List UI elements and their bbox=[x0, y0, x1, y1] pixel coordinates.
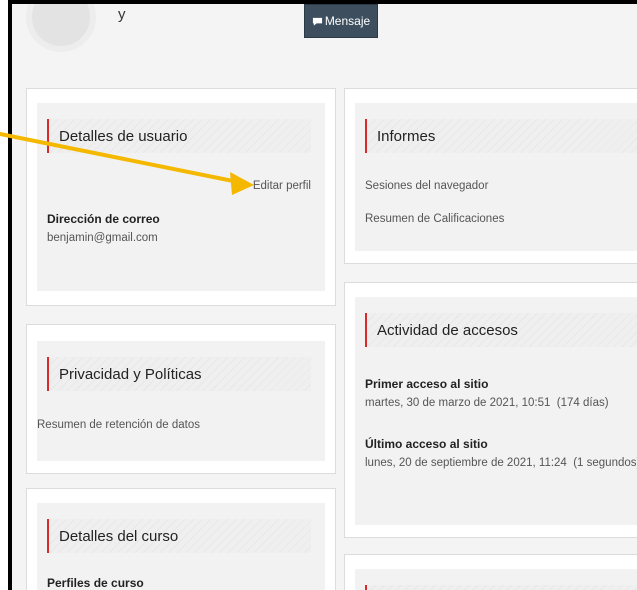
reports-inner: Informes Sesiones del navegador Resumen … bbox=[355, 103, 637, 251]
access-activity-title: Actividad de accesos bbox=[365, 313, 637, 347]
last-access-label: Último acceso al sitio bbox=[365, 437, 488, 451]
email-label: Dirección de correo bbox=[47, 212, 160, 226]
course-details-inner: Detalles del curso Perfiles de curso bbox=[37, 503, 325, 590]
partial-title bbox=[365, 585, 637, 590]
last-access-value: lunes, 20 de septiembre de 2021, 11:24 (… bbox=[365, 457, 637, 469]
avatar bbox=[26, 4, 96, 52]
first-access-value: martes, 30 de marzo de 2021, 10:51 (174 … bbox=[365, 397, 609, 409]
access-activity-inner: Actividad de accesos Primer acceso al si… bbox=[355, 297, 637, 525]
email-value: benjamin@gmail.com bbox=[47, 232, 158, 244]
privacy-title: Privacidad y Políticas bbox=[47, 357, 311, 391]
data-retention-link[interactable]: Resumen de retención de datos bbox=[37, 419, 200, 431]
partial-card bbox=[344, 554, 637, 590]
course-profiles-label: Perfiles de curso bbox=[47, 576, 144, 590]
chat-icon bbox=[312, 17, 322, 26]
message-button[interactable]: Mensaje bbox=[304, 4, 378, 38]
edit-profile-link[interactable]: Editar perfil bbox=[253, 180, 311, 192]
access-activity-card: Actividad de accesos Primer acceso al si… bbox=[344, 282, 637, 538]
user-details-title: Detalles de usuario bbox=[47, 119, 311, 153]
message-button-label: Mensaje bbox=[324, 14, 371, 28]
privacy-inner: Privacidad y Políticas Resumen de retenc… bbox=[37, 341, 325, 461]
user-name-fragment: y bbox=[118, 6, 126, 23]
reports-card: Informes Sesiones del navegador Resumen … bbox=[344, 88, 637, 264]
course-details-card: Detalles del curso Perfiles de curso bbox=[26, 488, 336, 590]
browser-sessions-link[interactable]: Sesiones del navegador bbox=[365, 180, 488, 192]
profile-page: y Mensaje Detalles de usuario Editar per… bbox=[8, 0, 637, 590]
partial-inner bbox=[355, 569, 637, 590]
user-details-card: Detalles de usuario Editar perfil Direcc… bbox=[26, 88, 336, 306]
first-access-label: Primer acceso al sitio bbox=[365, 377, 489, 391]
privacy-card: Privacidad y Políticas Resumen de retenc… bbox=[26, 324, 336, 474]
user-details-inner: Detalles de usuario Editar perfil Direcc… bbox=[37, 103, 325, 291]
course-details-title: Detalles del curso bbox=[47, 519, 311, 553]
reports-title: Informes bbox=[365, 119, 637, 153]
grades-overview-link[interactable]: Resumen de Calificaciones bbox=[365, 213, 504, 225]
